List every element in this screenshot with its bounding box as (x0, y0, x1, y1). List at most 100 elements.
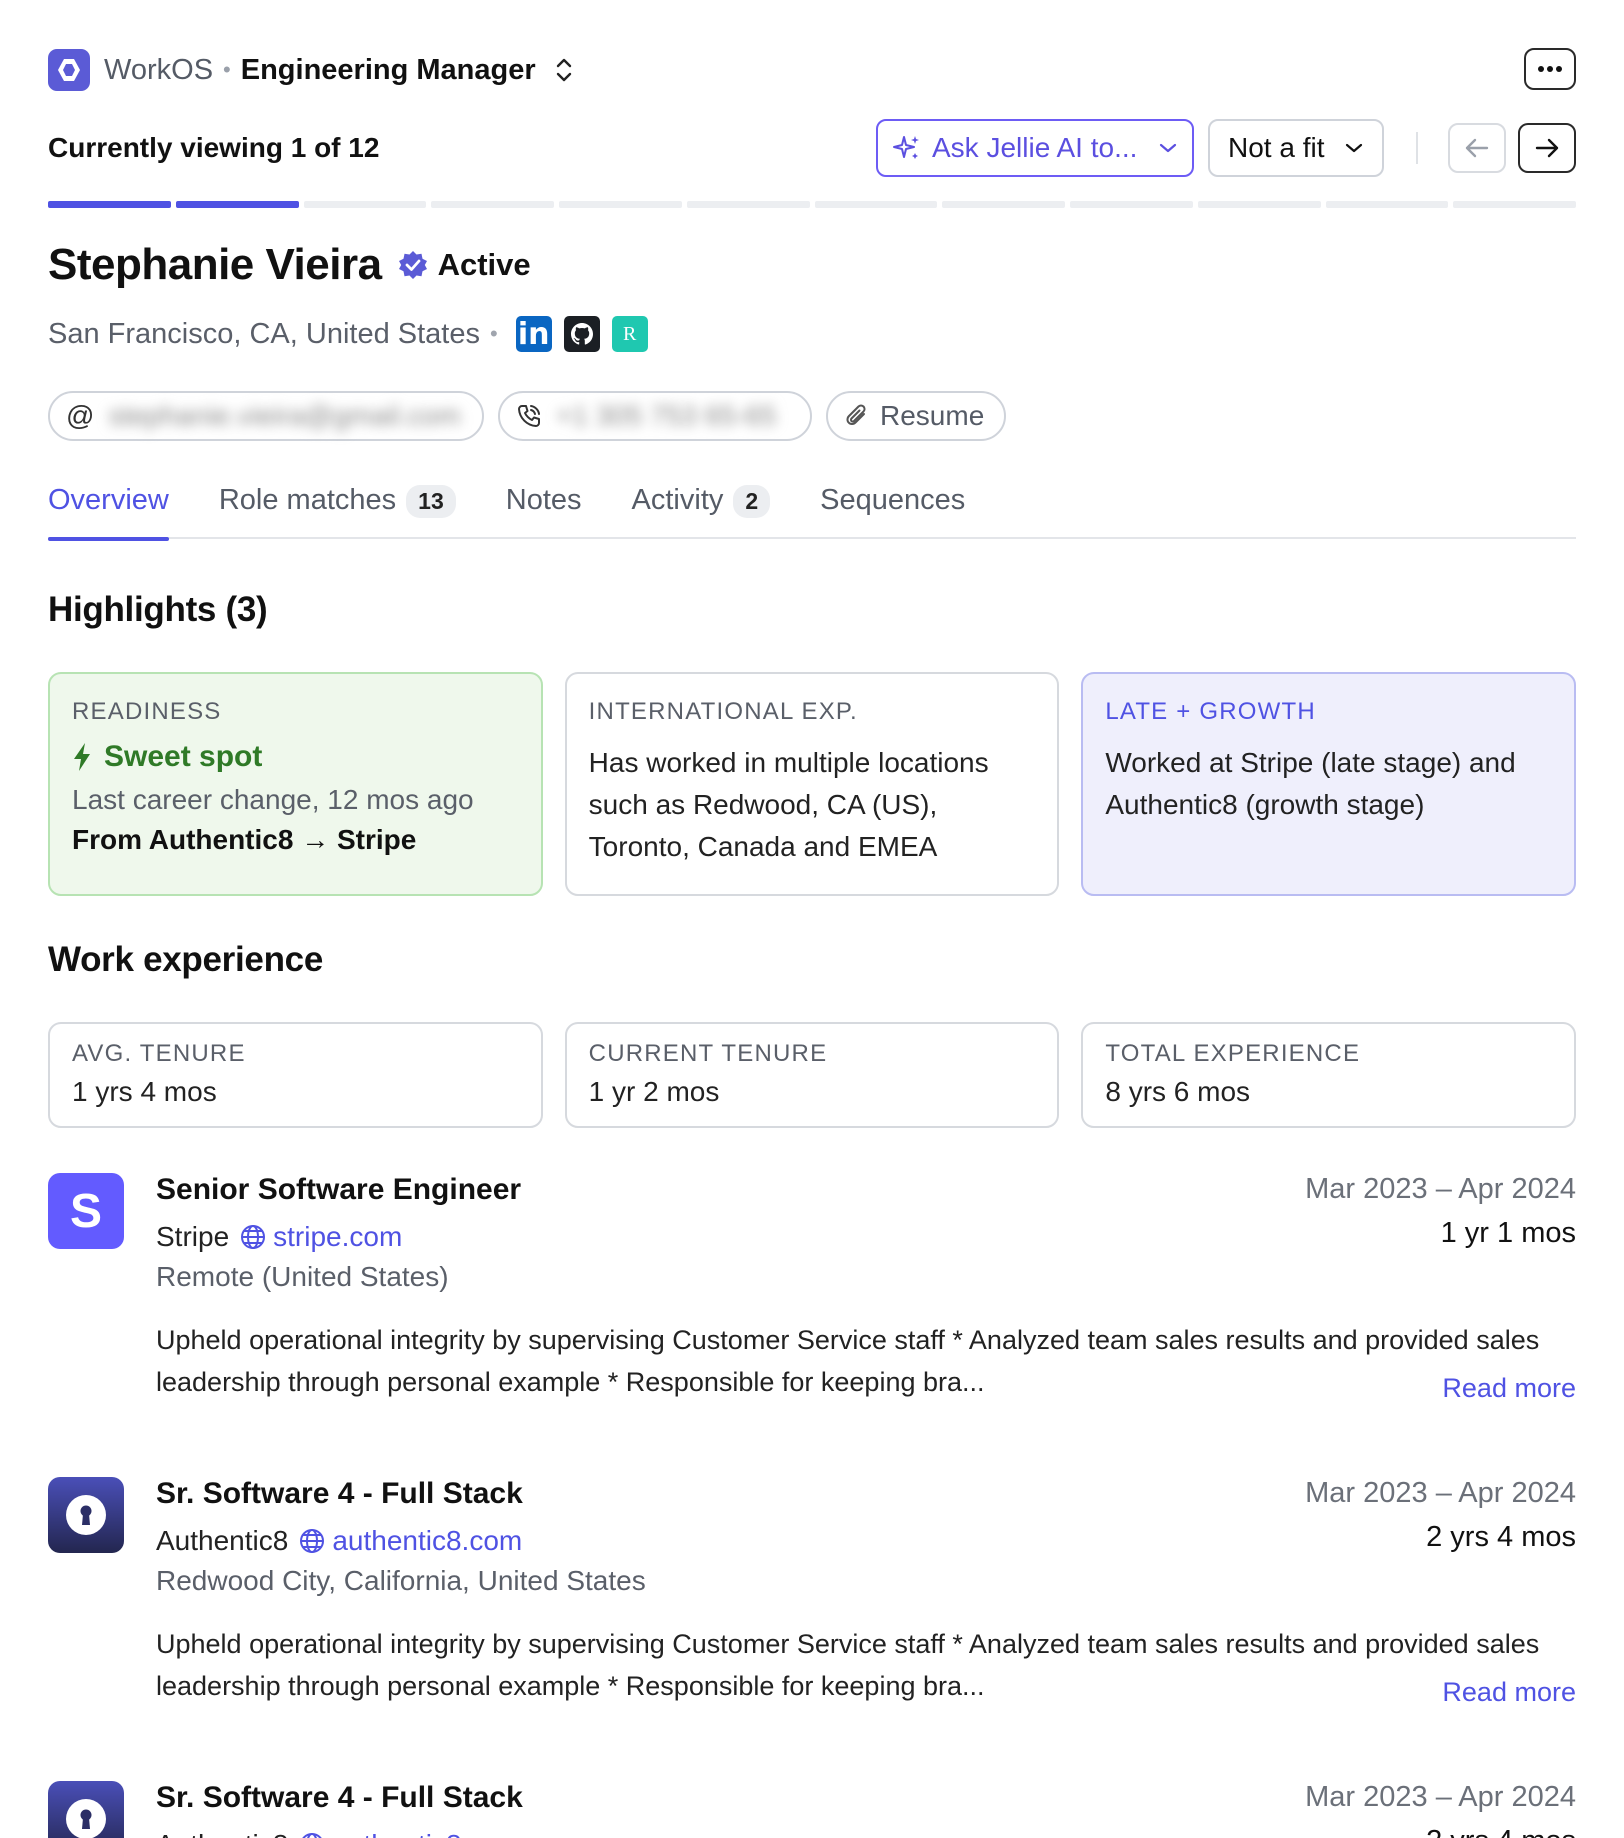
job-company: Authentic8 (156, 1525, 289, 1556)
read-more-link[interactable]: Read more (1442, 1677, 1576, 1708)
job-entry: Sr. Software 4 - Full Stack Authentic8 a… (48, 1781, 1576, 1838)
job-dates: Mar 2023 – Apr 2024 (1305, 1173, 1576, 1205)
highlights-cards: READINESS Sweet spot Last career change,… (48, 672, 1577, 896)
highlight-body: Worked at Stripe (late stage) and Authen… (1105, 747, 1516, 820)
candidate-actions: Ask Jellie AI to... Not a fit (876, 118, 1576, 178)
company-name: WorkOS (104, 53, 214, 86)
job-location: Remote (United States) (156, 1261, 449, 1292)
at-icon: @ (66, 400, 95, 431)
job-company: Stripe (156, 1221, 230, 1252)
candidate-name: Stephanie Vieira (48, 240, 382, 289)
highlight-card-readiness: READINESS Sweet spot Last career change,… (48, 672, 543, 896)
progress-segment (1197, 201, 1321, 208)
company-website-link[interactable]: authentic8.com (332, 1525, 522, 1557)
stat-avg-tenure: AVG. TENURE 1 yrs 4 mos (48, 1022, 543, 1128)
tab-label: Sequences (820, 484, 966, 516)
job-duration: 1 yr 1 mos (1440, 1217, 1576, 1249)
stat-value: 8 yrs 6 mos (1105, 1076, 1251, 1107)
globe-icon (298, 1527, 326, 1555)
stat-total-experience: TOTAL EXPERIENCE 8 yrs 6 mos (1081, 1022, 1577, 1128)
profile-tabs: Overview Role matches 13 Notes Activity … (48, 480, 1576, 541)
stat-label: CURRENT TENURE (588, 1040, 828, 1067)
highlight-eyebrow: INTERNATIONAL EXP. (588, 698, 858, 725)
job-dates: Mar 2023 – Apr 2024 (1305, 1781, 1576, 1813)
researchgate-icon[interactable]: R (611, 316, 648, 352)
company-website-link[interactable]: stripe.com (273, 1221, 402, 1253)
arrow-right-icon (1535, 138, 1559, 158)
job-details: Senior Software Engineer Stripe stripe.c… (156, 1173, 1576, 1403)
progress-segment (431, 201, 554, 208)
ask-jellie-label: Ask Jellie AI to... (932, 132, 1138, 163)
role-selector[interactable]: Engineering Manager (241, 54, 536, 87)
email-value: stephanie.vieira@gmail.com (108, 400, 461, 431)
job-description: Upheld operational integrity by supervis… (156, 1629, 1540, 1701)
view-bar: Currently viewing 1 of 12 Ask Jellie AI … (48, 118, 1576, 178)
more-options-button[interactable] (1524, 48, 1576, 90)
globe-icon (298, 1831, 326, 1838)
progress-segment (559, 201, 682, 208)
candidate-header: Stephanie Vieira Active (48, 240, 531, 290)
workos-logo-icon (48, 49, 90, 91)
stat-current-tenure: CURRENT TENURE 1 yr 2 mos (564, 1022, 1060, 1128)
progress-segment (175, 201, 299, 208)
keyhole-icon (48, 1781, 124, 1838)
company-website-link[interactable]: authentic8.com (332, 1829, 522, 1838)
tab-activity[interactable]: Activity 2 (632, 480, 771, 539)
previous-candidate-button[interactable] (1448, 123, 1506, 173)
verified-badge-icon (398, 250, 428, 280)
viewing-counter: Currently viewing 1 of 12 (48, 132, 380, 163)
email-pill[interactable]: @ stephanie.vieira@gmail.com (48, 391, 484, 441)
progress-segment (814, 201, 938, 208)
progress-segment (942, 201, 1065, 208)
tab-count-badge: 2 (733, 485, 771, 518)
candidate-progress-bar (48, 201, 1576, 208)
phone-value: +1 305 753 65-65 (556, 400, 777, 431)
ellipsis-icon (1538, 66, 1562, 72)
contact-pills: @ stephanie.vieira@gmail.com +1 305 753 … (48, 391, 1006, 441)
tab-label: Notes (505, 484, 582, 516)
actions-divider (1416, 132, 1418, 164)
ask-jellie-ai-button[interactable]: Ask Jellie AI to... (876, 119, 1194, 177)
lightning-icon (74, 743, 90, 771)
tab-notes[interactable]: Notes (506, 480, 582, 539)
progress-segment (48, 201, 171, 208)
stat-value: 1 yrs 4 mos (72, 1076, 217, 1107)
stat-label: AVG. TENURE (72, 1040, 246, 1067)
tab-overview[interactable]: Overview (48, 480, 169, 541)
tab-sequences[interactable]: Sequences (820, 480, 965, 539)
job-location: Redwood City, California, United States (156, 1565, 646, 1596)
arrow-left-icon (1465, 138, 1489, 158)
chevron-updown-icon[interactable] (554, 56, 574, 84)
candidate-location: San Francisco, CA, United States (48, 317, 480, 350)
linkedin-icon[interactable]: in (515, 316, 552, 352)
top-bar: WorkOS • Engineering Manager (48, 48, 1576, 92)
globe-icon (239, 1223, 267, 1251)
job-duration: 2 yrs 4 mos (1426, 1825, 1576, 1838)
job-details: Sr. Software 4 - Full Stack Authentic8 a… (156, 1477, 1576, 1707)
not-a-fit-button[interactable]: Not a fit (1208, 119, 1384, 177)
location-row: San Francisco, CA, United States • in R (48, 316, 648, 352)
progress-segment (686, 201, 810, 208)
github-icon[interactable] (563, 316, 600, 352)
stat-value: 1 yr 2 mos (588, 1076, 720, 1107)
job-description: Upheld operational integrity by supervis… (156, 1325, 1540, 1397)
highlights-heading: Highlights (3) (48, 590, 268, 629)
job-company-row: Stripe stripe.com (156, 1217, 1576, 1257)
sparkles-icon (893, 136, 919, 159)
read-more-link[interactable]: Read more (1442, 1373, 1576, 1404)
highlight-card-growth: LATE + GROWTH Worked at Stripe (late sta… (1081, 672, 1577, 896)
job-company-row: Authentic8 authentic8.com (156, 1521, 1576, 1561)
highlight-detail: Last career change, 12 mos ago (72, 784, 474, 815)
phone-pill[interactable]: +1 305 753 65-65 (498, 391, 812, 441)
next-candidate-button[interactable] (1518, 123, 1576, 173)
resume-label: Resume (880, 400, 985, 431)
chevron-down-icon (1159, 143, 1177, 153)
tab-role-matches[interactable]: Role matches 13 (219, 480, 456, 539)
job-entry: Sr. Software 4 - Full Stack Authentic8 a… (48, 1477, 1576, 1727)
resume-button[interactable]: Resume (826, 391, 1006, 441)
chevron-down-icon (1345, 143, 1363, 153)
job-company: Authentic8 (156, 1829, 288, 1838)
highlight-transition: From Authentic8 → Stripe (72, 824, 417, 855)
job-dates: Mar 2023 – Apr 2024 (1305, 1477, 1576, 1509)
progress-segment (303, 201, 427, 208)
